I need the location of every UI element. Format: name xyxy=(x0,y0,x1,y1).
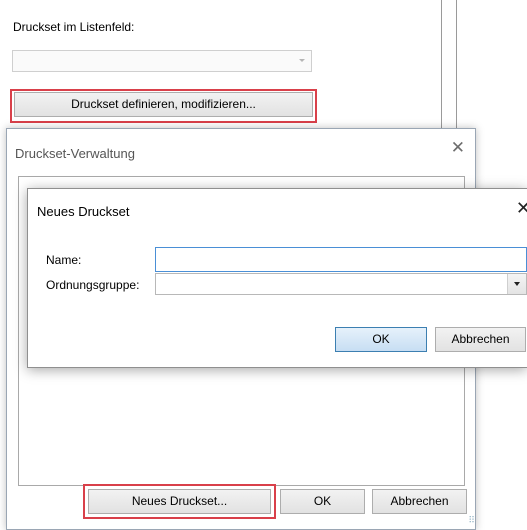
cancel-button[interactable]: Abbrechen xyxy=(435,327,526,352)
ok-button[interactable]: OK xyxy=(280,489,365,514)
highlight-box xyxy=(83,484,276,519)
panel-divider xyxy=(456,0,457,130)
chevron-down-icon xyxy=(299,59,305,62)
name-label: Name: xyxy=(46,253,82,267)
close-icon[interactable]: ✕ xyxy=(451,139,465,156)
resize-grip-icon[interactable]: ⠿ xyxy=(463,516,475,529)
neues-druckset-dialog: Neues Druckset ✕ Name: Ordnungsgruppe: O… xyxy=(27,188,527,368)
group-label: Ordnungsgruppe: xyxy=(46,278,140,292)
ok-label: OK xyxy=(313,494,332,508)
ok-button[interactable]: OK xyxy=(335,327,427,352)
druckset-listbox xyxy=(12,50,312,72)
close-icon[interactable]: ✕ xyxy=(516,199,527,217)
dialog-title: Druckset-Verwaltung xyxy=(15,146,135,161)
chevron-down-icon xyxy=(514,282,520,286)
listbox-label: Druckset im Listenfeld: xyxy=(13,20,135,34)
cancel-label: Abbrechen xyxy=(451,332,510,346)
name-input[interactable] xyxy=(155,247,527,272)
cancel-label: Abbrechen xyxy=(390,494,449,508)
dropdown-button[interactable] xyxy=(507,274,526,294)
dialog-title: Neues Druckset xyxy=(37,204,130,219)
ok-label: OK xyxy=(372,332,390,346)
cancel-button[interactable]: Abbrechen xyxy=(372,489,467,514)
ordnungsgruppe-select[interactable] xyxy=(155,273,527,295)
panel-divider xyxy=(441,0,442,130)
highlight-box xyxy=(10,89,317,123)
